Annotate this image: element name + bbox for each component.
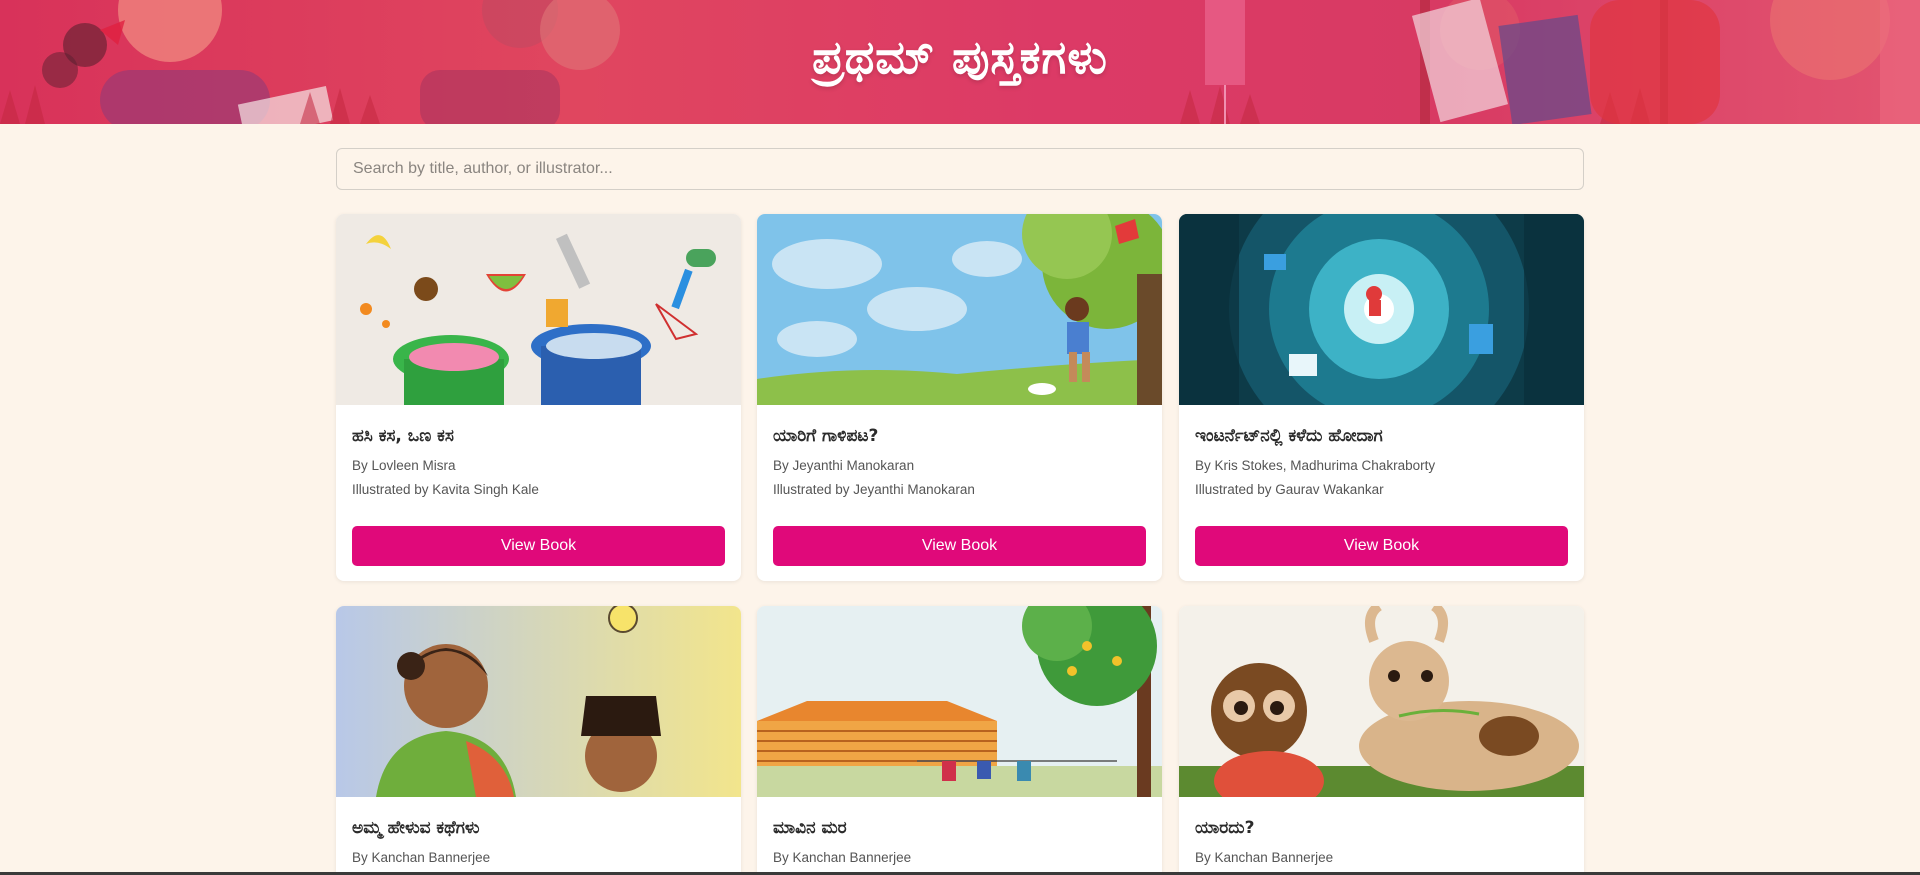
book-cover-image[interactable] xyxy=(757,606,1162,797)
book-card: ಯಾರಿಗೆ ಗಾಳಿಪಟ? By Jeyanthi Manokaran Ill… xyxy=(757,214,1162,581)
book-author: By Kanchan Bannerjee xyxy=(1195,850,1334,865)
book-title: ಅಮ್ಮ ಹೇಳುವ ಕಥೆಗಳು xyxy=(352,818,480,838)
book-title: ಹಸಿ ಕಸ, ಒಣ ಕಸ xyxy=(352,426,454,446)
book-title: ಯಾರದು? xyxy=(1195,818,1255,838)
book-author: By Kanchan Bannerjee xyxy=(352,850,491,865)
book-card: ಇಂಟರ್ನೆಟ್‌ನಲ್ಲಿ ಕಳೆದು ಹೋದಾಗ By Kris Stok… xyxy=(1179,214,1584,581)
book-card: ಅಮ್ಮ ಹೇಳುವ ಕಥೆಗಳು By Kanchan Bannerjee xyxy=(336,606,741,875)
book-cover-image[interactable] xyxy=(757,214,1162,405)
book-author: By Kanchan Bannerjee xyxy=(773,850,912,865)
book-title: ಮಾವಿನ ಮರ xyxy=(773,818,847,838)
search-input[interactable] xyxy=(336,148,1584,190)
book-illustrator: Illustrated by Gaurav Wakankar xyxy=(1195,482,1384,497)
book-cover-image[interactable] xyxy=(1179,606,1584,797)
book-author: By Lovleen Misra xyxy=(352,458,456,473)
book-cover-image[interactable] xyxy=(1179,214,1584,405)
view-book-button[interactable]: View Book xyxy=(352,526,725,566)
book-card: ಯಾರದು? By Kanchan Bannerjee xyxy=(1179,606,1584,875)
view-book-button[interactable]: View Book xyxy=(773,526,1146,566)
header-banner: ಪ್ರಥಮ್ ಪುಸ್ತಕಗಳು xyxy=(0,0,1920,124)
book-illustrator: Illustrated by Jeyanthi Manokaran xyxy=(773,482,975,497)
view-book-button[interactable]: View Book xyxy=(1195,526,1568,566)
book-author: By Jeyanthi Manokaran xyxy=(773,458,915,473)
book-title: ಇಂಟರ್ನೆಟ್‌ನಲ್ಲಿ ಕಳೆದು ಹೋದಾಗ xyxy=(1195,426,1383,446)
book-title: ಯಾರಿಗೆ ಗಾಳಿಪಟ? xyxy=(773,426,879,446)
book-author: By Kris Stokes, Madhurima Chakraborty xyxy=(1195,458,1436,473)
book-card: ಹಸಿ ಕಸ, ಒಣ ಕಸ By Lovleen Misra Illustrat… xyxy=(336,214,741,581)
page-title: ಪ್ರಥಮ್ ಪುಸ್ತಕಗಳು xyxy=(812,30,1108,84)
book-cover-image[interactable] xyxy=(336,606,741,797)
book-cover-image[interactable] xyxy=(336,214,741,405)
book-illustrator: Illustrated by Kavita Singh Kale xyxy=(352,482,539,497)
book-card: ಮಾವಿನ ಮರ By Kanchan Bannerjee xyxy=(757,606,1162,875)
